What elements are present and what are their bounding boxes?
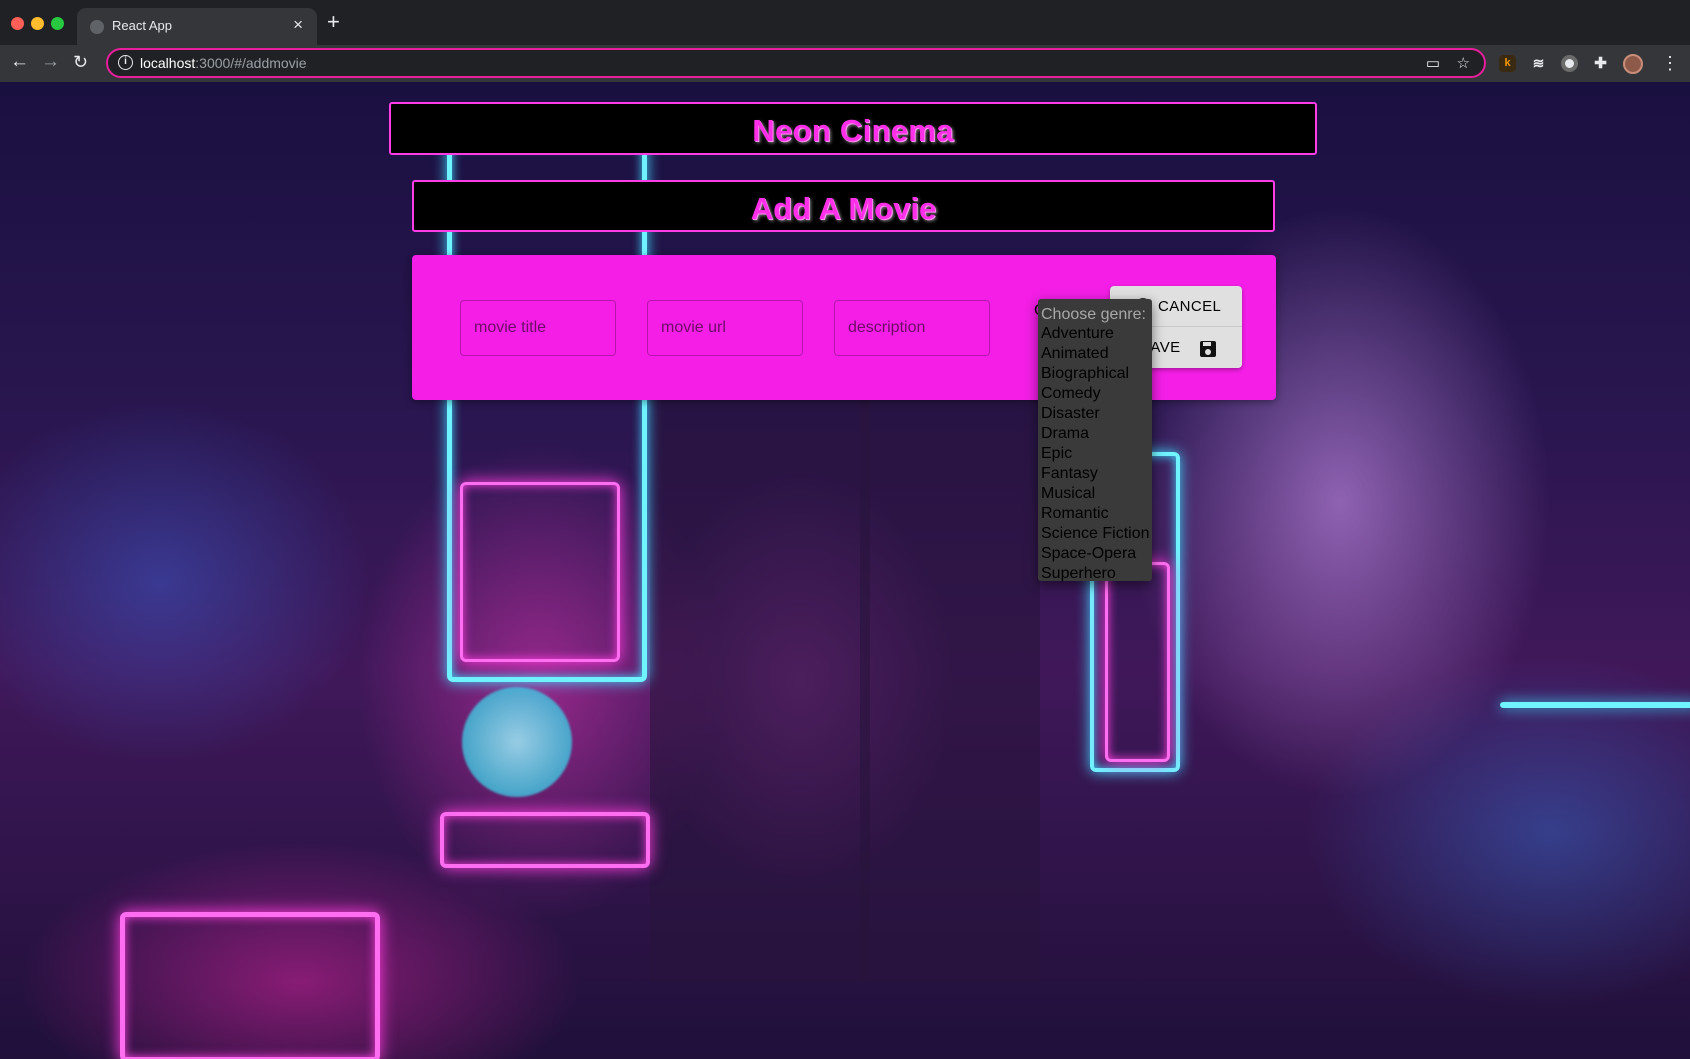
neon-sign-pink [1105,562,1170,762]
browser-menu-icon[interactable]: ⋮ [1661,52,1679,74]
genre-option[interactable]: Fantasy [1038,464,1152,484]
genre-dropdown-list[interactable]: Choose genre: Adventure Animated Biograp… [1038,299,1152,584]
genre-option[interactable]: Comedy [1038,384,1152,404]
info-icon[interactable]: i [118,55,133,70]
neon-sign-pink [440,812,650,868]
app-title: Neon Cinema [752,113,954,148]
genre-option[interactable]: Animated [1038,344,1152,364]
neon-sign-pink [120,912,380,1059]
cancel-label: CANCEL [1158,297,1222,315]
save-icon [1200,341,1216,357]
maximize-window-button[interactable] [51,17,64,30]
genre-option[interactable]: Science Fiction [1038,524,1152,544]
back-button[interactable]: ← [10,51,29,73]
movie-title-field [460,300,616,356]
genre-option[interactable]: Space-Opera [1038,544,1152,564]
page-viewport: Neon Cinema Add A Movie C CANCEL SAVE [0,82,1690,1059]
extensions-puzzle-icon[interactable]: ✚ [1592,55,1609,72]
neon-sign-pink [460,482,620,662]
page-header: Add A Movie [412,180,1275,232]
genre-option[interactable]: Disaster [1038,404,1152,424]
keepa-extension-icon[interactable]: k [1499,55,1516,72]
genre-option[interactable]: Romantic [1038,504,1152,524]
minimize-window-button[interactable] [31,17,44,30]
description-field [834,300,990,356]
browser-tab[interactable]: React App × [77,8,317,45]
close-window-button[interactable] [11,17,24,30]
neon-strip-cyan [1500,702,1690,708]
url-path: :3000/#/addmovie [195,55,307,71]
page-title: Add A Movie [750,191,937,226]
tab-title: React App [112,18,172,33]
genre-option[interactable]: Epic [1038,444,1152,464]
app-header: Neon Cinema [389,102,1317,155]
movie-url-input[interactable] [648,301,802,355]
bookmark-star-icon[interactable]: ☆ [1457,54,1470,72]
genre-option[interactable]: Biographical [1038,364,1152,384]
movie-title-input[interactable] [461,301,615,355]
cast-icon[interactable]: ▭ [1426,54,1440,72]
close-tab-icon[interactable]: × [293,15,303,35]
background-building [650,382,870,982]
genre-option[interactable]: Drama [1038,424,1152,444]
profile-avatar[interactable] [1623,54,1643,74]
stack-extension-icon[interactable]: ≋ [1530,55,1547,72]
globe-icon [90,20,104,34]
genre-dropdown-header: Choose genre: [1041,306,1146,323]
genre-option[interactable]: Musical [1038,484,1152,504]
address-bar[interactable]: i localhost:3000/#/addmovie ▭ ☆ [106,48,1486,78]
genre-option[interactable]: Adventure [1038,324,1152,344]
reload-button[interactable]: ↻ [73,51,88,73]
url-text[interactable]: localhost:3000/#/addmovie [140,55,307,71]
background-building [860,342,1040,982]
browser-toolbar: ← → ↻ i localhost:3000/#/addmovie ▭ ☆ k … [0,45,1690,82]
description-input[interactable] [835,301,989,355]
neon-burger-sign [462,687,572,797]
circle-extension-icon[interactable] [1561,55,1578,72]
new-tab-button[interactable]: + [327,11,340,33]
url-host: localhost [140,55,196,71]
movie-url-field [647,300,803,356]
genre-option[interactable]: Superhero [1038,564,1152,584]
forward-button[interactable]: → [41,51,60,73]
browser-tab-bar: React App × + [0,0,1690,45]
